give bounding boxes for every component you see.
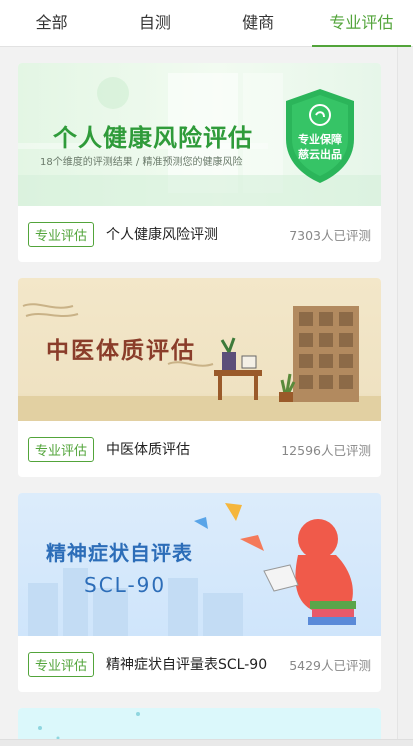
category-tabs: 全部 自测 健商 专业评估: [0, 0, 413, 47]
shield-badge: 专业保障 慈云出品: [282, 87, 358, 185]
scl90-banner: 精神症状自评表 SCL-90: [18, 493, 381, 636]
assessment-list[interactable]: 个人健康风险评估 18个维度的评测结果 / 精准预测您的健康风险 专业保障 慈云…: [0, 47, 398, 746]
tab-professional-assessment[interactable]: 专业评估: [310, 0, 413, 47]
card-title: 精神症状自评量表SCL-90: [106, 657, 268, 673]
health-risk-banner: 个人健康风险评估 18个维度的评测结果 / 精准预测您的健康风险 专业保障 慈云…: [18, 63, 381, 206]
card-title: 中医体质评估: [106, 442, 191, 458]
horizontal-scrollbar[interactable]: [0, 739, 413, 746]
tab-self-test[interactable]: 自测: [103, 0, 206, 46]
assessment-card-tcm-constitution[interactable]: 中医体质评估 专业评估 中医体质评估 12596人已评测: [18, 278, 381, 477]
tab-health-quotient[interactable]: 健商: [207, 0, 310, 46]
card-info-row: 专业评估 个人健康风险评测 7303人已评测: [18, 206, 381, 262]
tcm-banner: 中医体质评估: [18, 278, 381, 421]
participant-count: 12596人已评测: [281, 442, 371, 458]
tab-all[interactable]: 全部: [0, 0, 103, 46]
professional-tag: 专业评估: [28, 651, 95, 677]
card-title: 个人健康风险评测: [106, 227, 219, 243]
card-info-row: 专业评估 精神症状自评量表SCL-90 5429人已评测: [18, 636, 381, 692]
badge-line-2: 慈云出品: [298, 148, 342, 161]
participant-count: 7303人已评测: [289, 227, 371, 243]
badge-line-1: 专业保障: [298, 133, 342, 146]
assessment-card-health-risk[interactable]: 个人健康风险评估 18个维度的评测结果 / 精准预测您的健康风险 专业保障 慈云…: [18, 63, 381, 262]
banner-subtitle: SCL-90: [84, 573, 167, 597]
assessment-card-scl90[interactable]: 精神症状自评表 SCL-90 专业评估 精神症状自评量表SCL-90 5429人…: [18, 493, 381, 692]
professional-tag: 专业评估: [28, 436, 95, 462]
vertical-scrollbar[interactable]: [397, 47, 413, 746]
card-info-row: 专业评估 中医体质评估 12596人已评测: [18, 421, 381, 477]
banner-title: 中医体质评估: [46, 338, 196, 364]
professional-tag: 专业评估: [28, 221, 95, 247]
banner-title: 个人健康风险评估: [53, 124, 253, 152]
banner-title: 精神症状自评表: [46, 541, 193, 565]
participant-count: 5429人已评测: [289, 657, 371, 673]
banner-subtitle: 18个维度的评测结果 / 精准预测您的健康风险: [40, 157, 243, 168]
